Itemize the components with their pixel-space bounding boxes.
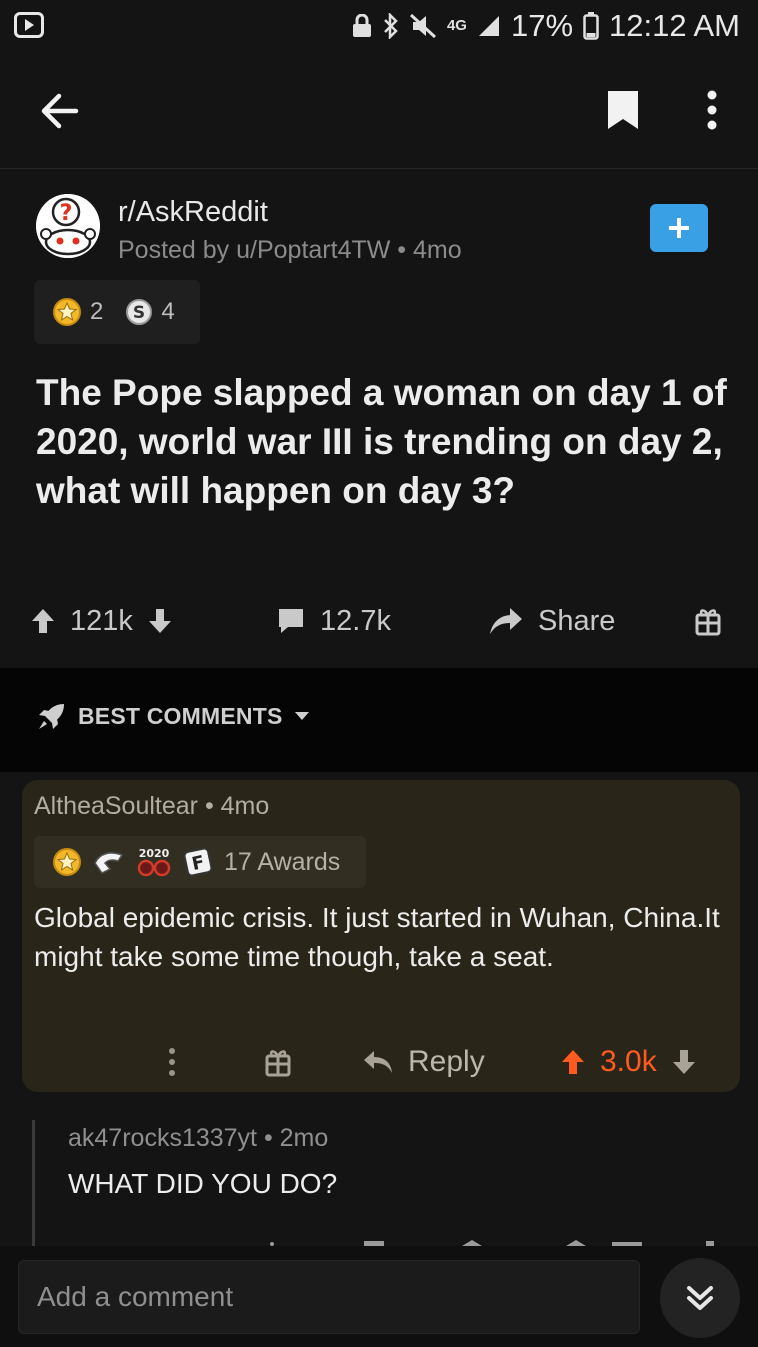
comment-awards[interactable]: 2020 F 17 Awards bbox=[34, 836, 366, 888]
sort-selector[interactable]: BEST COMMENTS bbox=[36, 700, 311, 732]
give-award-button[interactable] bbox=[694, 590, 722, 652]
app-bar bbox=[0, 52, 758, 169]
f-award-icon: F bbox=[183, 847, 213, 877]
comment-author-meta[interactable]: AltheaSoultear • 4mo bbox=[34, 792, 269, 821]
reply-arrow-icon bbox=[364, 1051, 392, 1073]
comment-bubble-icon bbox=[279, 609, 303, 633]
downvote-arrow-icon[interactable] bbox=[671, 1048, 697, 1076]
comments-button[interactable]: 12.7k bbox=[276, 590, 391, 652]
reply-button[interactable]: Reply bbox=[362, 1034, 485, 1090]
status-bar: 4G 17% 12:12 AM bbox=[0, 0, 758, 52]
thread-line[interactable] bbox=[32, 1120, 35, 1246]
double-chevron-down-icon bbox=[687, 1286, 713, 1310]
subreddit-avatar[interactable]: ? bbox=[36, 194, 100, 258]
vote-group: 121k bbox=[30, 590, 173, 652]
add-comment-input[interactable]: Add a comment bbox=[18, 1260, 640, 1334]
plus-icon bbox=[669, 218, 689, 238]
post-title: The Pope slapped a woman on day 1 of 202… bbox=[36, 372, 727, 511]
battery-percent: 17% bbox=[510, 8, 574, 43]
share-label: Share bbox=[538, 604, 616, 637]
network-type: 4G bbox=[446, 17, 467, 34]
reply-action-bar-partial bbox=[0, 1232, 758, 1246]
downvote-arrow-icon[interactable] bbox=[147, 607, 173, 635]
reply-body: WHAT DID YOU DO? bbox=[68, 1168, 338, 1199]
silver-s-award-icon: S bbox=[126, 299, 153, 325]
gift-icon bbox=[265, 1050, 291, 1077]
back-arrow-icon[interactable] bbox=[30, 86, 88, 136]
share-button[interactable]: Share bbox=[488, 590, 615, 652]
clock: 12:12 AM bbox=[609, 8, 740, 43]
upvote-arrow-icon[interactable] bbox=[560, 1048, 586, 1076]
lock-icon bbox=[351, 14, 373, 38]
add-comment-placeholder: Add a comment bbox=[37, 1281, 234, 1312]
gold-award-icon bbox=[53, 848, 81, 876]
signal-icon bbox=[477, 14, 501, 38]
svg-text:S: S bbox=[133, 303, 145, 323]
mute-icon bbox=[409, 13, 437, 39]
gold-award-count: 2 bbox=[90, 298, 104, 325]
network-label: 4G bbox=[446, 17, 467, 34]
next-comment-button[interactable] bbox=[660, 1258, 740, 1338]
status-indicators: 4G 17% 12:12 AM bbox=[351, 8, 740, 44]
comment-score: 3.0k bbox=[600, 1045, 657, 1078]
gold-award-icon bbox=[53, 298, 81, 326]
2020-award-icon: 2020 bbox=[137, 847, 171, 877]
reply-label: Reply bbox=[408, 1045, 485, 1078]
battery-icon bbox=[583, 12, 599, 40]
save-bookmark-icon[interactable] bbox=[598, 84, 648, 136]
hand-award-icon bbox=[94, 852, 124, 874]
media-notification-icon bbox=[14, 12, 44, 38]
bluetooth-icon bbox=[383, 13, 399, 39]
askreddit-snoo-icon: ? bbox=[36, 194, 100, 258]
sort-label: BEST COMMENTS bbox=[78, 702, 283, 729]
post-meta[interactable]: Posted by u/Poptart4TW • 4mo bbox=[118, 236, 462, 265]
join-button[interactable] bbox=[650, 204, 708, 252]
svg-text:?: ? bbox=[60, 201, 73, 226]
comment-body: Global epidemic crisis. It just started … bbox=[34, 902, 720, 972]
comment-vote-group: 3.0k bbox=[560, 1034, 697, 1090]
silver-award-count: 4 bbox=[161, 298, 175, 325]
upvote-count: 121k bbox=[70, 604, 133, 637]
awards-count-label: 17 Awards bbox=[224, 847, 341, 876]
more-vertical-icon bbox=[169, 1048, 175, 1076]
comment-count: 12.7k bbox=[320, 604, 391, 637]
reply-author-meta[interactable]: ak47rocks1337yt • 2mo bbox=[68, 1124, 328, 1153]
comment-action-bar: Reply 3.0k bbox=[22, 1034, 740, 1090]
upvote-arrow-icon[interactable] bbox=[30, 607, 56, 635]
caret-down-icon bbox=[294, 712, 309, 720]
more-options-icon[interactable] bbox=[692, 84, 732, 136]
share-arrow-icon bbox=[490, 608, 522, 634]
svg-text:2020: 2020 bbox=[139, 847, 170, 860]
post-awards[interactable]: 2 S 4 bbox=[34, 280, 200, 344]
rocket-icon bbox=[39, 704, 64, 729]
subreddit-name[interactable]: r/AskReddit bbox=[118, 196, 268, 229]
gift-icon bbox=[695, 609, 721, 636]
post-action-bar: 121k 12.7k Share bbox=[0, 590, 758, 652]
comment-more-button[interactable] bbox=[168, 1034, 176, 1090]
comment-award-button[interactable] bbox=[264, 1034, 292, 1090]
